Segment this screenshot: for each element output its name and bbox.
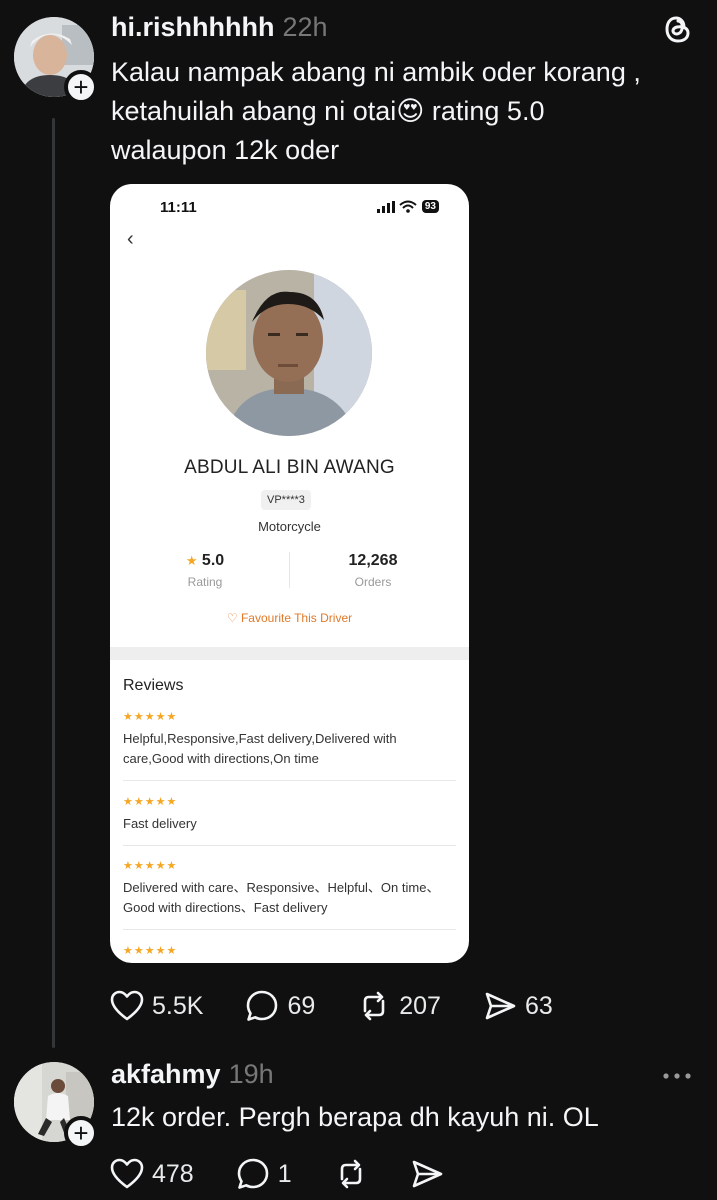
back-chevron-icon[interactable]: ‹ — [127, 228, 134, 251]
signal-icon — [376, 200, 395, 213]
star-icon: ★ — [185, 553, 198, 568]
post-time: 22h — [282, 12, 328, 42]
status-icons: 93 — [376, 200, 439, 213]
post-body: Kalau nampak abang ni ambik oder korang … — [111, 53, 701, 170]
review-item: ★★★★★ Helpful,Responsive,Fast delivery,D… — [123, 710, 456, 769]
post-text-line1: Kalau nampak abang ni ambik oder korang … — [111, 57, 641, 87]
send-icon — [485, 992, 516, 1020]
heart-eyes-emoji: 😍 — [396, 96, 425, 126]
reply-username[interactable]: akfahmy — [111, 1059, 221, 1090]
reply-actions: 478 1 — [110, 1157, 486, 1191]
comment-count: 69 — [287, 991, 316, 1020]
post-text-line2: ketahuilah abang ni otai😍 rating 5.0 — [111, 92, 701, 131]
review-divider — [123, 845, 456, 846]
share-button[interactable]: 63 — [483, 989, 553, 1023]
review-stars: ★★★★★ — [123, 796, 178, 808]
share-count: 63 — [524, 991, 553, 1020]
heart-icon — [110, 1158, 144, 1189]
thread-line — [52, 118, 55, 1048]
post-actions: 5.5K 69 207 63 — [110, 989, 595, 1023]
phone-status-bar: 11:11 93 — [110, 199, 469, 219]
review-item: ★★★★★ Fast delivery — [123, 795, 456, 834]
section-separator — [110, 647, 469, 660]
repost-button[interactable]: 207 — [357, 989, 441, 1023]
review-divider — [123, 929, 456, 930]
reply-text: 12k order. Pergh berapa dh kayuh ni. OL — [111, 1102, 599, 1132]
review-text: Delivered with care、Responsive、Helpful、O… — [123, 880, 440, 915]
share-button[interactable] — [410, 1157, 444, 1191]
post-header: hi.rishhhhhh 22h — [111, 12, 328, 43]
comment-icon — [247, 990, 278, 1021]
reply-time: 19h — [228, 1059, 274, 1089]
like-button[interactable]: 5.5K — [110, 990, 203, 1022]
repost-icon — [363, 991, 385, 1021]
review-stars: ★★★★★ — [123, 860, 178, 872]
heart-icon — [110, 990, 144, 1021]
review-item: ★★★★★ Delivered with care、Responsive、Hel… — [123, 859, 456, 918]
review-item: ★★★★★ — [123, 944, 456, 957]
like-count: 5.5K — [152, 991, 204, 1020]
attached-screenshot[interactable]: 11:11 93 ‹ ABDUL ALI BIN AWANG VP****3 M… — [110, 184, 469, 963]
reviews-title: Reviews — [123, 677, 184, 694]
repost-count: 207 — [399, 991, 441, 1020]
like-count: 478 — [152, 1159, 194, 1188]
review-divider — [123, 780, 456, 781]
post-text-line2b: rating 5.0 — [424, 96, 545, 126]
review-stars: ★★★★★ — [123, 711, 178, 723]
review-text: Helpful,Responsive,Fast delivery,Deliver… — [123, 731, 397, 766]
rating-value: 5.0 — [201, 552, 225, 569]
driver-photo — [206, 270, 372, 436]
plate-badge: VP****3 — [261, 490, 311, 510]
orders-stat: 12,268 Orders — [333, 552, 413, 589]
post-text-line3: walaupon 12k oder — [111, 135, 340, 165]
threads-logo-icon[interactable] — [662, 12, 694, 51]
send-icon — [412, 1160, 442, 1188]
post-text-line2a: ketahuilah abang ni otai — [111, 96, 397, 126]
comment-button[interactable]: 69 — [245, 989, 315, 1023]
more-dots-icon[interactable] — [662, 1068, 692, 1086]
orders-value: 12,268 — [348, 552, 398, 569]
rating-label: Rating — [187, 575, 223, 589]
reply-header: akfahmy 19h — [111, 1059, 274, 1090]
follow-plus-icon[interactable]: + — [64, 70, 98, 104]
post-username[interactable]: hi.rishhhhhh — [111, 12, 274, 43]
comment-icon — [237, 1158, 269, 1189]
status-time: 11:11 — [160, 199, 197, 216]
driver-name: ABDUL ALI BIN AWANG — [184, 457, 395, 478]
review-text: Fast delivery — [123, 816, 197, 831]
battery-icon: 93 — [421, 200, 439, 213]
rating-stat: ★ 5.0 Rating — [170, 552, 240, 589]
vehicle-type: Motorcycle — [258, 519, 321, 534]
like-button[interactable]: 478 — [110, 1158, 194, 1190]
comment-button[interactable]: 1 — [236, 1157, 292, 1191]
comment-count: 1 — [277, 1159, 292, 1188]
follow-plus-icon[interactable]: + — [64, 1116, 98, 1150]
favourite-driver-button[interactable]: ♡ Favourite This Driver — [110, 611, 469, 625]
repost-icon — [340, 1159, 361, 1189]
wifi-icon — [399, 200, 417, 213]
orders-label: Orders — [354, 575, 392, 589]
stat-divider — [289, 552, 290, 588]
review-stars: ★★★★★ — [123, 945, 178, 957]
repost-button[interactable] — [334, 1157, 368, 1191]
